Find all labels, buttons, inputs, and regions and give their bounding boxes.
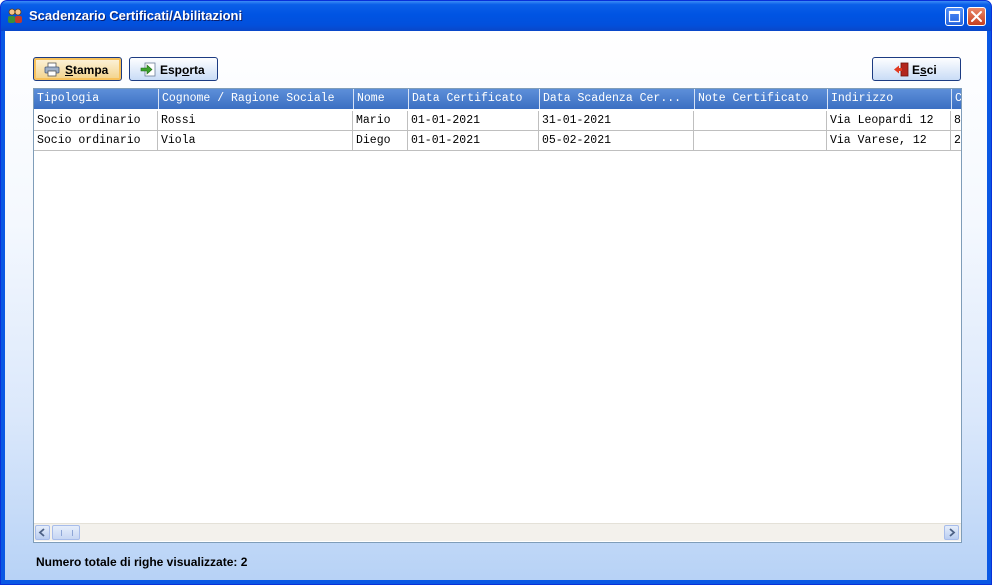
column-header-data-scadenza[interactable]: Data Scadenza Cer... [539, 89, 694, 109]
cell-note-certificato [694, 111, 827, 130]
cell-cognome: Rossi [158, 111, 353, 130]
printer-icon [44, 62, 60, 80]
close-button[interactable] [967, 7, 986, 26]
client-area: Stampa Esporta Esci Tipologia Cognome / … [5, 31, 987, 580]
cell-data-scadenza: 05-02-2021 [539, 131, 694, 150]
title-bar[interactable]: Scadenzario Certificati/Abilitazioni [1, 1, 991, 31]
stampa-label: Stampa [65, 63, 109, 77]
chevron-right-icon [949, 528, 956, 537]
column-header-tipologia[interactable]: Tipologia [34, 89, 158, 109]
scroll-left-button[interactable] [35, 525, 50, 540]
cell-cap: 2 [954, 134, 961, 147]
esci-label: Esci [912, 63, 937, 77]
horizontal-scrollbar[interactable] [34, 523, 961, 541]
exit-door-icon [893, 62, 909, 80]
column-header-indirizzo[interactable]: Indirizzo [827, 89, 951, 109]
chevron-left-icon [38, 528, 45, 537]
scroll-right-button[interactable] [944, 525, 959, 540]
cell-note-certificato [694, 131, 827, 150]
maximize-button[interactable] [945, 7, 964, 26]
cell-tipologia: Socio ordinario [34, 111, 158, 130]
people-icon [7, 8, 23, 24]
cell-indirizzo: Via Leopardi 12 [827, 111, 951, 130]
grid-header: Tipologia Cognome / Ragione Sociale Nome… [34, 89, 961, 109]
close-icon [971, 11, 982, 22]
cell-tipologia: Socio ordinario [34, 131, 158, 150]
row-count-status: Numero totale di righe visualizzate: 2 [36, 555, 248, 569]
esporta-label: Esporta [160, 63, 205, 77]
scroll-thumb[interactable] [52, 525, 80, 540]
stampa-button[interactable]: Stampa [33, 57, 122, 81]
cell-nome: Diego [353, 131, 408, 150]
column-header-cognome[interactable]: Cognome / Ragione Sociale [158, 89, 353, 109]
table-row[interactable]: Socio ordinario Viola Diego 01-01-2021 0… [34, 131, 961, 151]
esci-button[interactable]: Esci [872, 57, 961, 81]
window-title: Scadenzario Certificati/Abilitazioni [29, 8, 243, 23]
cell-data-certificato: 01-01-2021 [408, 131, 539, 150]
column-header-cap[interactable]: C [951, 89, 961, 109]
main-window: Scadenzario Certificati/Abilitazioni Sta… [0, 0, 992, 585]
cell-indirizzo: Via Varese, 12 [827, 131, 951, 150]
column-header-data-certificato[interactable]: Data Certificato [408, 89, 539, 109]
column-header-note-certificato[interactable]: Note Certificato [694, 89, 827, 109]
certificates-grid[interactable]: Tipologia Cognome / Ragione Sociale Nome… [33, 88, 962, 543]
maximize-icon [948, 10, 961, 23]
column-header-nome[interactable]: Nome [353, 89, 408, 109]
cell-cognome: Viola [158, 131, 353, 150]
cell-nome: Mario [353, 111, 408, 130]
export-icon [140, 62, 156, 80]
cell-data-certificato: 01-01-2021 [408, 111, 539, 130]
grip-icon [61, 530, 73, 536]
cell-cap: 8 [954, 114, 961, 127]
cell-data-scadenza: 31-01-2021 [539, 111, 694, 130]
esporta-button[interactable]: Esporta [129, 57, 218, 81]
table-row[interactable]: Socio ordinario Rossi Mario 01-01-2021 3… [34, 111, 961, 131]
